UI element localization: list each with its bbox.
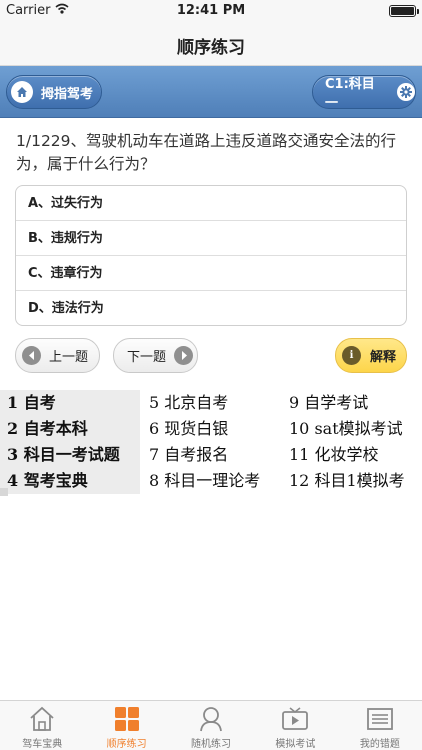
tab-random-practice[interactable]: 随机练习 [169, 701, 253, 750]
tab-label: 顺序练习 [106, 739, 147, 750]
tab-bar: 驾车宝典 顺序练习 随机练习 模拟考试 我的错题 [0, 700, 422, 750]
gear-icon [397, 83, 415, 101]
next-question-label: 下一题 [127, 350, 167, 365]
previous-question-label: 上一题 [49, 350, 89, 365]
home-button-label: 拇指驾考 [41, 86, 94, 102]
ad-link[interactable]: 2 自考本科 [0, 416, 140, 442]
ad-link[interactable]: 7 自考报名 [140, 442, 280, 468]
ad-choices-icon[interactable] [0, 488, 8, 496]
tab-label: 我的错题 [359, 739, 400, 750]
chevron-right-icon [174, 346, 194, 365]
explain-label: 解释 [370, 350, 397, 365]
battery-icon [389, 5, 419, 17]
tab-sequential-practice[interactable]: 顺序练习 [84, 701, 168, 750]
ad-link[interactable]: 8 科目一理论考 [140, 468, 280, 494]
ad-links-grid: 1 自考 5 北京自考 9 自学考试 2 自考本科 6 现货白银 10 sat模… [0, 390, 422, 494]
tv-play-icon [280, 706, 310, 732]
status-time: 12:41 PM [176, 3, 246, 18]
tab-label: 模拟考试 [275, 739, 316, 750]
ad-link[interactable]: 10 sat模拟考试 [280, 416, 422, 442]
tab-driving-guide[interactable]: 驾车宝典 [0, 701, 84, 750]
chevron-left-icon [22, 346, 41, 365]
subject-selector-label: C1:科目一 [325, 77, 375, 111]
home-icon [11, 81, 33, 103]
ad-link[interactable]: 11 化妆学校 [280, 442, 422, 468]
option-a[interactable]: A、过失行为 [16, 186, 406, 221]
ad-link[interactable]: 1 自考 [0, 390, 140, 416]
navigation-bar: 顺序练习 [0, 22, 422, 66]
option-b[interactable]: B、违规行为 [16, 221, 406, 256]
tab-label: 驾车宝典 [22, 739, 63, 750]
info-icon: i [342, 346, 361, 365]
toolbar: 拇指驾考 C1:科目一 [0, 66, 422, 118]
explain-button[interactable]: i 解释 [335, 338, 407, 373]
ad-link[interactable]: 12 科目1模拟考 [280, 468, 422, 494]
tab-my-mistakes[interactable]: 我的错题 [338, 701, 422, 750]
list-icon [365, 706, 395, 732]
house-icon [27, 706, 57, 732]
home-button[interactable]: 拇指驾考 [6, 75, 102, 109]
page-title: 顺序练习 [177, 38, 245, 58]
ad-link[interactable]: 9 自学考试 [280, 390, 422, 416]
status-bar: Carrier 12:41 PM [0, 0, 422, 22]
subject-selector-button[interactable]: C1:科目一 [312, 75, 416, 111]
option-d[interactable]: D、违法行为 [16, 291, 406, 325]
ad-link[interactable]: 6 现货白银 [140, 416, 280, 442]
tab-label: 随机练习 [191, 739, 232, 750]
ad-link[interactable]: 3 科目一考试题 [0, 442, 140, 468]
question-text: 1/1229、驾驶机动车在道路上违反道路交通安全法的行为，属于什么行为？ [16, 132, 397, 173]
ad-link[interactable]: 4 驾考宝典 [0, 468, 140, 494]
grid-icon [112, 706, 142, 732]
ad-link[interactable]: 5 北京自考 [140, 390, 280, 416]
person-icon [196, 706, 226, 732]
answer-options: A、过失行为 B、违规行为 C、违章行为 D、违法行为 [15, 185, 407, 326]
next-question-button[interactable]: 下一题 [113, 338, 198, 373]
previous-question-button[interactable]: 上一题 [15, 338, 100, 373]
option-c[interactable]: C、违章行为 [16, 256, 406, 291]
tab-mock-exam[interactable]: 模拟考试 [253, 701, 337, 750]
